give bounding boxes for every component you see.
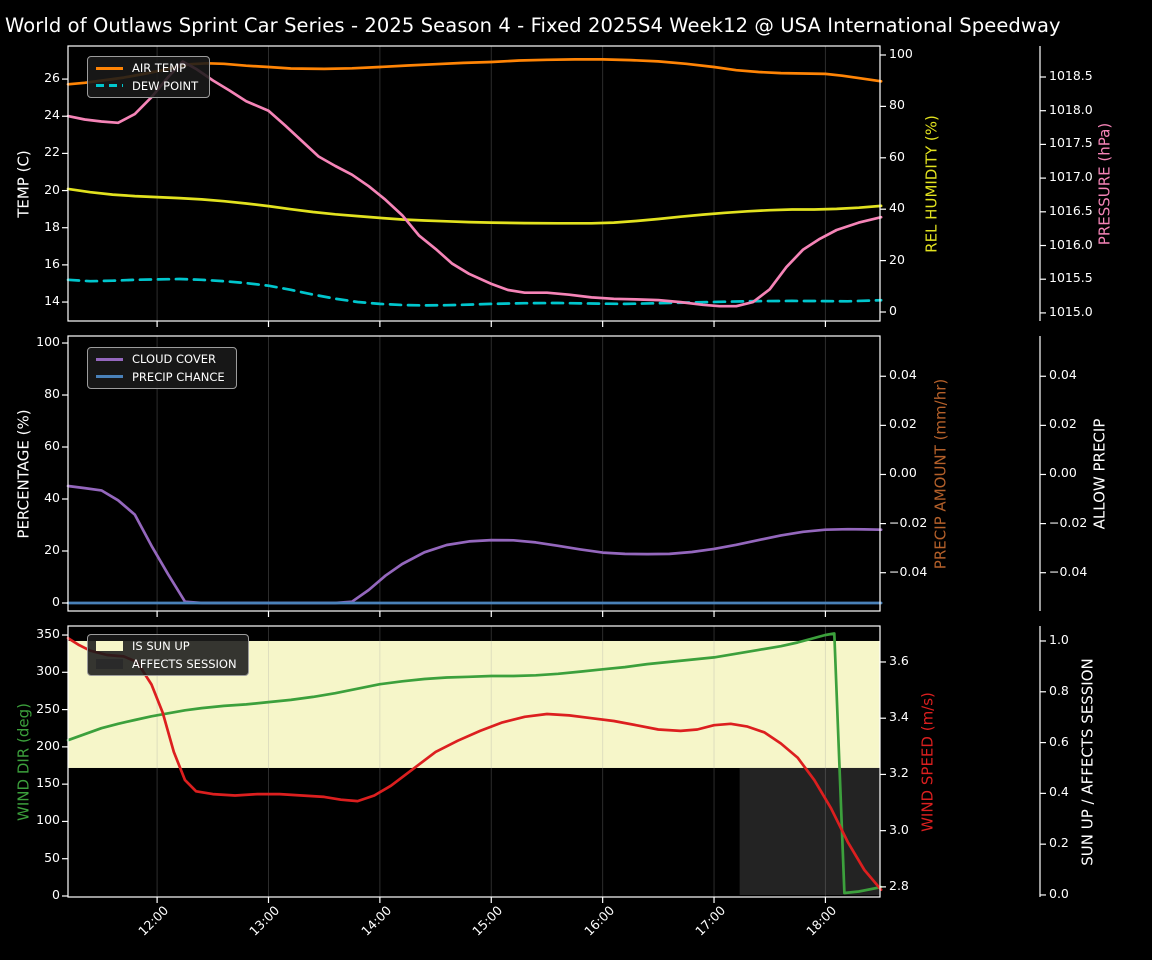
axis-label-pres: PRESSURE (hPa) (1095, 122, 1114, 245)
legend-swatch-icon (96, 66, 123, 70)
legend-item: AFFECTS SESSION (96, 656, 237, 671)
y-tick-label: 0.00 (1049, 465, 1077, 481)
y-tick-label: 16 (44, 255, 60, 271)
legend-item: DEW POINT (96, 78, 199, 93)
legend-label: AIR TEMP (132, 61, 187, 75)
y-tick-label: 1017.5 (1049, 135, 1093, 151)
legend-item: PRECIP CHANCE (96, 369, 225, 384)
y-tick-label: 0.04 (889, 367, 917, 383)
y-tick-label: −0.04 (889, 563, 928, 579)
y-tick-label: 20 (44, 181, 60, 197)
axis-label-amt: PRECIP AMOUNT (mm/hr) (931, 378, 950, 569)
y-tick-label: −0.04 (1049, 563, 1088, 579)
y-tick-label: 100 (36, 812, 60, 828)
y-tick-label: 14 (44, 293, 60, 309)
axis-label-allow: ALLOW PRECIP (1090, 418, 1109, 529)
y-tick-label: −0.02 (1049, 514, 1088, 530)
legend-swatch-icon (96, 357, 123, 361)
y-tick-label: 350 (36, 626, 60, 642)
axis-label-pct: PERCENTAGE (%) (14, 408, 33, 539)
y-tick-label: 1015.0 (1049, 303, 1093, 319)
y-tick-label: 40 (44, 490, 60, 505)
y-tick-label: 0.04 (1049, 367, 1077, 383)
y-tick-label: 24 (44, 107, 60, 123)
y-tick-label: 0.4 (1049, 784, 1069, 800)
legend-label: IS SUN UP (132, 639, 190, 653)
y-tick-label: 0.2 (1049, 835, 1069, 851)
legend-label: PRECIP CHANCE (132, 369, 225, 384)
y-tick-label: 0 (52, 887, 60, 902)
y-tick-label: 1018.0 (1049, 101, 1093, 117)
legend-label: DEW POINT (132, 78, 199, 93)
y-tick-label: 3.0 (889, 821, 909, 837)
y-tick-label: 100 (36, 334, 60, 350)
charts-canvas (62, 45, 1046, 903)
legend-swatch-icon (96, 375, 123, 379)
legend-label: CLOUD COVER (132, 352, 217, 366)
y-tick-label: 0.0 (1049, 885, 1069, 901)
weather-dashboard: World of Outlaws Sprint Car Series - 202… (0, 0, 1152, 960)
y-tick-label: 26 (44, 70, 60, 86)
axis-label-temp: TEMP (C) (14, 149, 33, 218)
y-tick-label: 250 (36, 700, 60, 716)
series-dew-point (66, 277, 883, 307)
y-tick-label: 20 (889, 251, 905, 267)
y-tick-label: 1017.0 (1049, 169, 1093, 185)
y-tick-label: 40 (889, 200, 905, 216)
page-title: World of Outlaws Sprint Car Series - 202… (5, 14, 1061, 37)
legend-label: AFFECTS SESSION (132, 656, 237, 671)
y-tick-label: 1016.5 (1049, 202, 1093, 218)
y-tick-label: 22 (44, 144, 60, 160)
y-tick-label: 1.0 (1049, 631, 1069, 647)
legend-swatch-icon (96, 658, 123, 669)
legend: AIR TEMP DEW POINT (87, 56, 211, 99)
axis-label-sun: SUN UP / AFFECTS SESSION (1078, 657, 1097, 866)
y-tick-label: 0.00 (889, 465, 917, 481)
y-tick-label: 1018.5 (1049, 68, 1093, 83)
y-tick-label: 2.8 (889, 877, 909, 893)
y-tick-label: 1016.0 (1049, 236, 1093, 252)
y-tick-label: 150 (36, 775, 60, 791)
axis-label-hum: REL HUMIDITY (%) (922, 114, 941, 253)
y-tick-label: 0 (52, 593, 60, 609)
legend-swatch-icon (96, 641, 123, 652)
series-rel-humidity (66, 187, 883, 225)
legend-item: IS SUN UP (96, 640, 237, 653)
y-tick-label: −0.02 (889, 514, 928, 530)
y-tick-label: 200 (36, 737, 60, 753)
legend-item: AIR TEMP (96, 62, 198, 75)
y-tick-label: 80 (889, 97, 905, 113)
y-tick-label: 1015.5 (1049, 270, 1093, 286)
y-tick-label: 3.2 (889, 765, 909, 781)
legend: IS SUN UP AFFECTS SESSION (87, 634, 249, 677)
legend-swatch-icon (96, 84, 123, 88)
y-tick-label: 60 (889, 148, 905, 164)
y-tick-label: 0.02 (889, 416, 917, 432)
region-affects-session (739, 767, 880, 895)
y-tick-label: 18 (44, 218, 60, 234)
y-tick-label: 20 (44, 541, 60, 557)
y-tick-label: 50 (44, 849, 60, 865)
series-pressure (66, 60, 883, 308)
y-tick-label: 0.8 (1049, 682, 1069, 698)
axis-label-spd: WIND SPEED (m/s) (918, 691, 937, 832)
y-tick-label: 80 (44, 386, 60, 401)
y-tick-label: 60 (44, 438, 60, 453)
legend-item: CLOUD COVER (96, 353, 225, 366)
y-tick-label: 0.6 (1049, 733, 1069, 749)
y-tick-label: 0 (889, 303, 897, 318)
y-tick-label: 300 (36, 663, 60, 679)
axis-label-deg: WIND DIR (deg) (14, 702, 33, 821)
y-tick-label: 100 (889, 45, 913, 61)
legend: CLOUD COVER PRECIP CHANCE (87, 347, 237, 390)
y-tick-label: 3.4 (889, 709, 909, 725)
y-tick-label: 0.02 (1049, 416, 1077, 432)
y-tick-label: 3.6 (889, 652, 909, 668)
series-cloud-cover (66, 484, 883, 605)
